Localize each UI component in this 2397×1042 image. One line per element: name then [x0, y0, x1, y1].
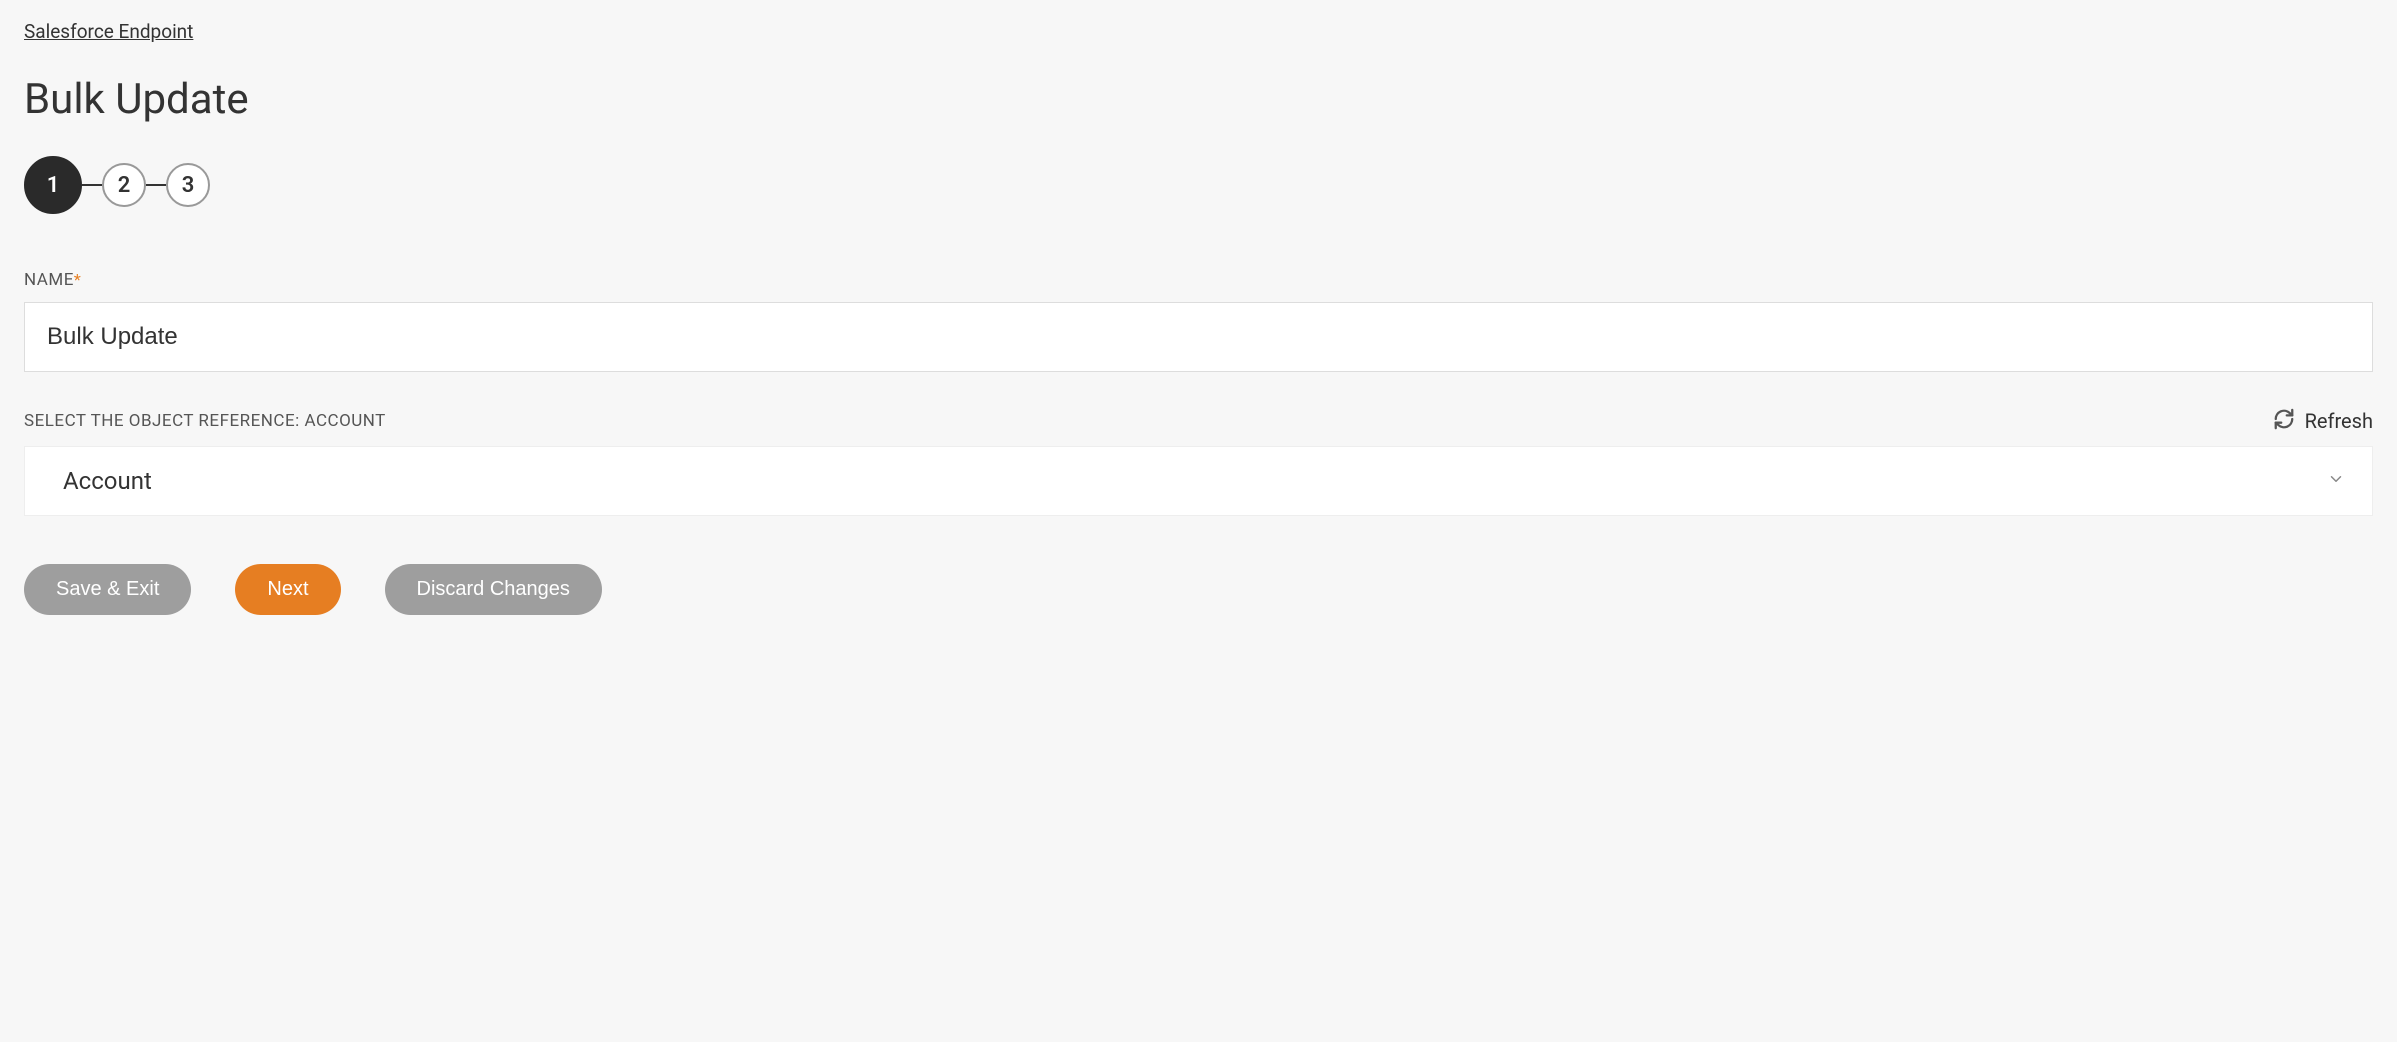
required-indicator: *: [74, 270, 81, 289]
step-3[interactable]: 3: [166, 163, 210, 207]
name-field-group: NAME*: [24, 270, 2373, 372]
name-label: NAME: [24, 270, 74, 290]
step-connector: [146, 184, 166, 186]
refresh-label: Refresh: [2305, 409, 2373, 433]
step-connector: [82, 184, 102, 186]
object-reference-field-group: SELECT THE OBJECT REFERENCE: ACCOUNT Ref…: [24, 408, 2373, 516]
step-1[interactable]: 1: [24, 156, 82, 214]
refresh-icon: [2273, 408, 2295, 434]
next-button[interactable]: Next: [235, 564, 340, 615]
object-reference-label: SELECT THE OBJECT REFERENCE: ACCOUNT: [24, 411, 386, 431]
action-buttons: Save & Exit Next Discard Changes: [24, 564, 2373, 615]
object-reference-select[interactable]: Account: [24, 446, 2373, 516]
wizard-stepper: 1 2 3: [24, 156, 2373, 214]
save-exit-button[interactable]: Save & Exit: [24, 564, 191, 615]
refresh-button[interactable]: Refresh: [2273, 408, 2373, 434]
name-input[interactable]: [24, 302, 2373, 372]
discard-changes-button[interactable]: Discard Changes: [385, 564, 602, 615]
breadcrumb-link[interactable]: Salesforce Endpoint: [24, 20, 193, 43]
page-title: Bulk Update: [24, 75, 2373, 124]
step-2[interactable]: 2: [102, 163, 146, 207]
